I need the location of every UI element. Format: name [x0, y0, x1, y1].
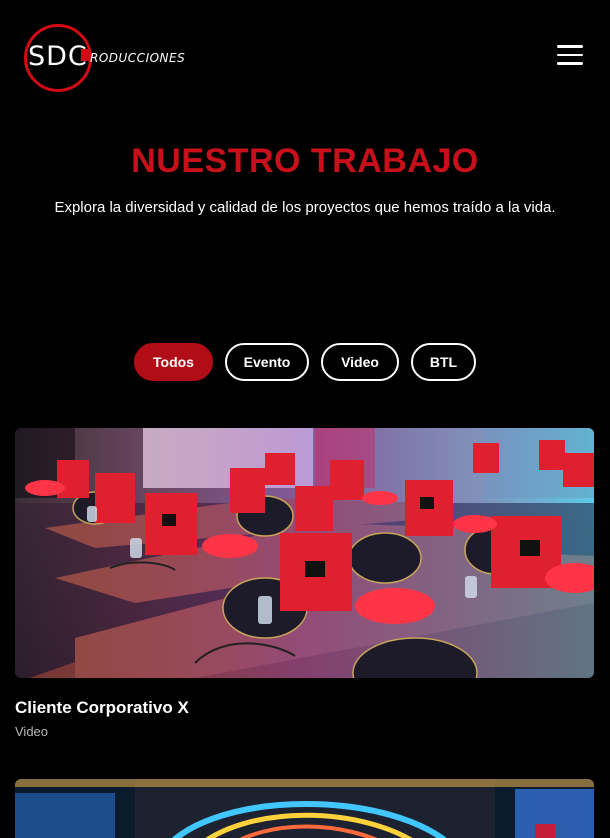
project-title[interactable]: Cliente Corporativo X [15, 698, 189, 718]
event-room-photo [15, 428, 594, 678]
filter-todos-button[interactable]: Todos [134, 343, 213, 381]
page-title: NUESTRO TRABAJO [131, 142, 479, 180]
filter-btl-button[interactable]: BTL [411, 343, 476, 381]
logo-subtext: RODUCCIONES [90, 51, 186, 65]
project-image[interactable] [15, 428, 594, 678]
filter-evento-button[interactable]: Evento [225, 343, 309, 381]
filter-video-button[interactable]: Video [321, 343, 399, 381]
site-header: SDC RODUCCIONES [0, 0, 610, 115]
project-category: Video [15, 724, 49, 739]
sdc-producciones-logo[interactable]: SDC RODUCCIONES [24, 24, 204, 92]
filter-bar: Todos Evento Video BTL [0, 343, 610, 381]
logo-text: SDC [28, 41, 88, 72]
stage-lights-photo [15, 779, 594, 838]
project-image-2[interactable] [15, 779, 594, 838]
logo-red-square [81, 49, 90, 61]
hamburger-menu-icon[interactable] [557, 44, 583, 66]
page-subtitle: Explora la diversidad y calidad de los p… [54, 199, 556, 216]
